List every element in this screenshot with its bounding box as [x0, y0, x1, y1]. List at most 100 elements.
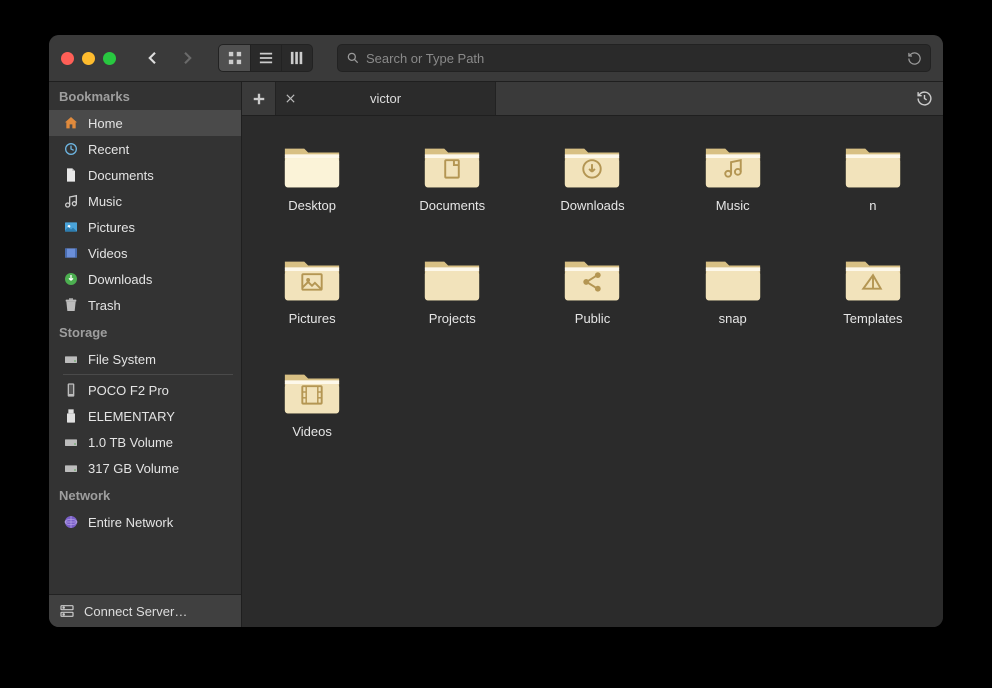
window-controls — [61, 52, 116, 65]
pictures-icon — [63, 219, 79, 235]
folder-icon — [842, 140, 904, 192]
folder-snap[interactable]: snap — [683, 247, 783, 332]
file-manager-window: BookmarksHomeRecentDocumentsMusicPicture… — [49, 35, 943, 627]
sidebar-item-file-system[interactable]: File System — [49, 346, 241, 372]
folder-label: n — [869, 198, 876, 213]
close-window-button[interactable] — [61, 52, 74, 65]
sidebar-item-label: Trash — [88, 298, 121, 313]
sidebar-item-elementary[interactable]: ELEMENTARY — [49, 403, 241, 429]
folder-documents[interactable]: Documents — [402, 134, 502, 219]
folder-label: snap — [719, 311, 747, 326]
folder-label: Desktop — [288, 198, 336, 213]
view-mode-group — [218, 44, 313, 72]
column-view-button[interactable] — [281, 45, 312, 71]
sidebar-section-title: Storage — [49, 318, 241, 346]
folder-projects[interactable]: Projects — [402, 247, 502, 332]
sidebar: BookmarksHomeRecentDocumentsMusicPicture… — [49, 82, 242, 627]
new-tab-button[interactable] — [242, 82, 276, 115]
sidebar-item-poco-f2-pro[interactable]: POCO F2 Pro — [49, 377, 241, 403]
sidebar-item-recent[interactable]: Recent — [49, 136, 241, 162]
sidebar-item-317-gb-volume[interactable]: 317 GB Volume — [49, 455, 241, 481]
sidebar-item-label: POCO F2 Pro — [88, 383, 169, 398]
downloads-icon — [63, 271, 79, 287]
history-button[interactable] — [905, 82, 943, 115]
sidebar-item-trash[interactable]: Trash — [49, 292, 241, 318]
phone-icon — [63, 382, 79, 398]
forward-button[interactable] — [174, 44, 202, 72]
sidebar-item-label: ELEMENTARY — [88, 409, 175, 424]
connect-server-label: Connect Server… — [84, 604, 187, 619]
music-icon — [63, 193, 79, 209]
drive-icon — [63, 434, 79, 450]
folder-icon — [281, 140, 343, 192]
tab-close-button[interactable] — [276, 93, 304, 104]
titlebar — [49, 35, 943, 82]
folder-icon — [702, 253, 764, 305]
sidebar-item-label: Documents — [88, 168, 154, 183]
home-icon — [63, 115, 79, 131]
folder-music[interactable]: Music — [683, 134, 783, 219]
minimize-window-button[interactable] — [82, 52, 95, 65]
recent-icon — [63, 141, 79, 157]
sidebar-item-label: Entire Network — [88, 515, 173, 530]
sidebar-item-label: Music — [88, 194, 122, 209]
folder-label: Pictures — [289, 311, 336, 326]
folder-templates[interactable]: Templates — [823, 247, 923, 332]
tab-bar: victor — [242, 82, 943, 116]
sidebar-item-home[interactable]: Home — [49, 110, 241, 136]
folder-label: Music — [716, 198, 750, 213]
folder-icon — [561, 253, 623, 305]
maximize-window-button[interactable] — [103, 52, 116, 65]
back-button[interactable] — [138, 44, 166, 72]
folder-n[interactable]: n — [823, 134, 923, 219]
videos-icon — [63, 245, 79, 261]
folder-icon — [561, 140, 623, 192]
sidebar-item-documents[interactable]: Documents — [49, 162, 241, 188]
sidebar-item-videos[interactable]: Videos — [49, 240, 241, 266]
sidebar-section-title: Network — [49, 481, 241, 509]
folder-label: Downloads — [560, 198, 624, 213]
tab-label: victor — [304, 91, 495, 106]
folder-desktop[interactable]: Desktop — [262, 134, 362, 219]
folder-icon — [421, 253, 483, 305]
search-input[interactable] — [366, 51, 901, 66]
folder-icon — [842, 253, 904, 305]
folder-icon — [702, 140, 764, 192]
sidebar-item-label: File System — [88, 352, 156, 367]
sidebar-item-label: 1.0 TB Volume — [88, 435, 173, 450]
drive-icon — [63, 460, 79, 476]
sidebar-item-pictures[interactable]: Pictures — [49, 214, 241, 240]
window-body: BookmarksHomeRecentDocumentsMusicPicture… — [49, 82, 943, 627]
drive-icon — [63, 351, 79, 367]
sidebar-item-label: Videos — [88, 246, 128, 261]
folder-videos[interactable]: Videos — [262, 360, 362, 445]
main-pane: victor Desktop Documents Downloads — [242, 82, 943, 627]
folder-icon — [281, 366, 343, 418]
sidebar-item-entire-network[interactable]: Entire Network — [49, 509, 241, 535]
folder-downloads[interactable]: Downloads — [542, 134, 642, 219]
folder-label: Public — [575, 311, 610, 326]
folder-icon — [421, 140, 483, 192]
documents-icon — [63, 167, 79, 183]
folder-public[interactable]: Public — [542, 247, 642, 332]
sidebar-item-music[interactable]: Music — [49, 188, 241, 214]
reload-button[interactable] — [907, 51, 922, 66]
path-search-field[interactable] — [337, 44, 931, 72]
sidebar-item-1-0-tb-volume[interactable]: 1.0 TB Volume — [49, 429, 241, 455]
tab-victor[interactable]: victor — [276, 82, 496, 115]
list-view-button[interactable] — [250, 45, 281, 71]
icon-view-button[interactable] — [219, 45, 250, 71]
folder-label: Projects — [429, 311, 476, 326]
sidebar-item-label: Recent — [88, 142, 129, 157]
search-icon — [346, 51, 360, 65]
sidebar-item-downloads[interactable]: Downloads — [49, 266, 241, 292]
folder-label: Videos — [292, 424, 332, 439]
folder-label: Documents — [419, 198, 485, 213]
connect-server-button[interactable]: Connect Server… — [49, 594, 241, 627]
folder-label: Templates — [843, 311, 902, 326]
folder-pictures[interactable]: Pictures — [262, 247, 362, 332]
files-area[interactable]: Desktop Documents Downloads Music n Pict… — [242, 116, 943, 627]
network-icon — [63, 514, 79, 530]
sidebar-item-label: Pictures — [88, 220, 135, 235]
server-icon — [59, 603, 75, 619]
